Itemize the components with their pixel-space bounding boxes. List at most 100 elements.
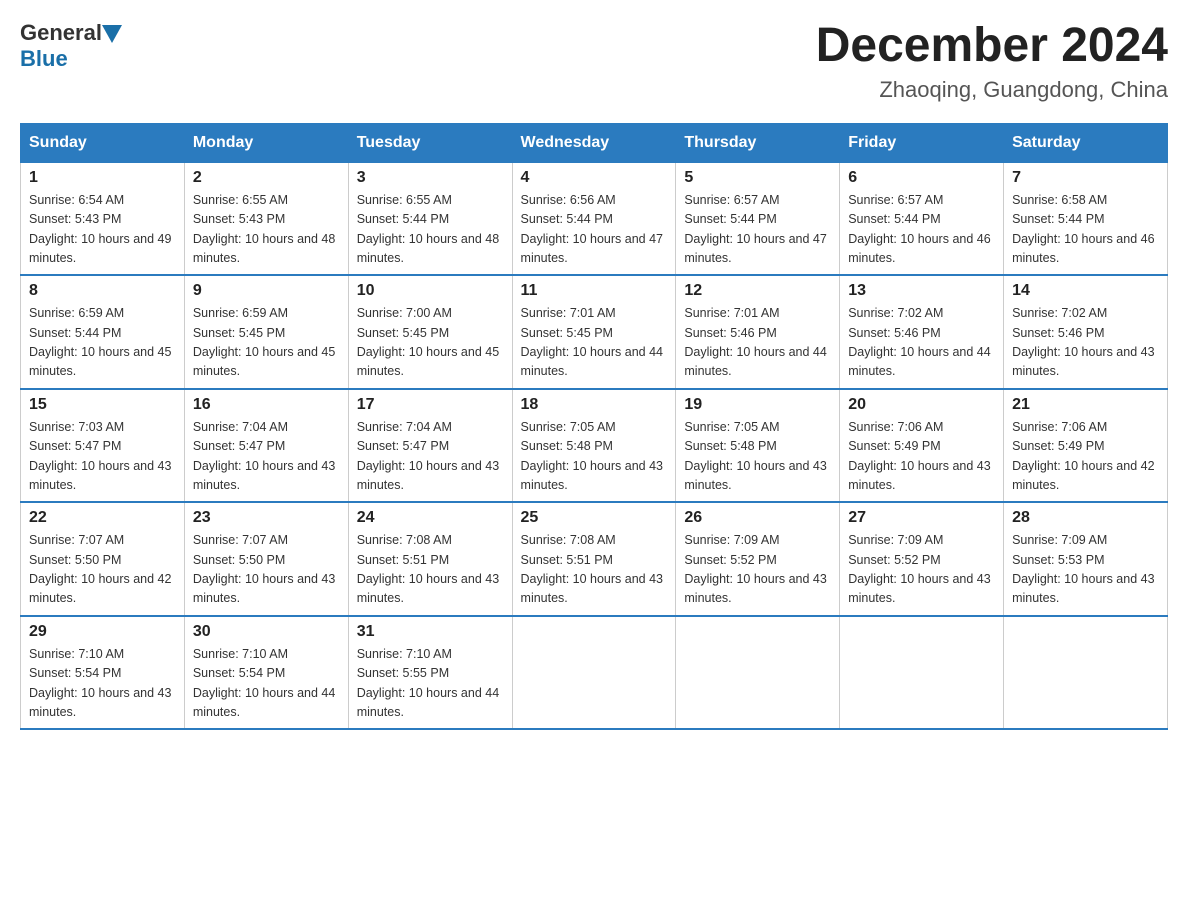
day-info: Sunrise: 7:02 AMSunset: 5:46 PMDaylight:… [1012, 304, 1159, 382]
calendar-week-row: 15 Sunrise: 7:03 AMSunset: 5:47 PMDaylig… [21, 389, 1168, 503]
calendar-cell: 25 Sunrise: 7:08 AMSunset: 5:51 PMDaylig… [512, 502, 676, 616]
page-header: General Blue December 2024 Zhaoqing, Gua… [20, 20, 1168, 103]
calendar-subtitle: Zhaoqing, Guangdong, China [816, 77, 1168, 103]
day-number: 22 [29, 509, 176, 527]
day-info: Sunrise: 7:09 AMSunset: 5:52 PMDaylight:… [684, 531, 831, 609]
day-number: 31 [357, 623, 504, 641]
calendar-cell: 4 Sunrise: 6:56 AMSunset: 5:44 PMDayligh… [512, 162, 676, 275]
day-number: 21 [1012, 396, 1159, 414]
day-number: 14 [1012, 282, 1159, 300]
calendar-cell [512, 616, 676, 730]
day-info: Sunrise: 7:08 AMSunset: 5:51 PMDaylight:… [521, 531, 668, 609]
day-number: 30 [193, 623, 340, 641]
calendar-cell: 13 Sunrise: 7:02 AMSunset: 5:46 PMDaylig… [840, 275, 1004, 389]
day-info: Sunrise: 7:10 AMSunset: 5:54 PMDaylight:… [29, 645, 176, 723]
calendar-cell: 27 Sunrise: 7:09 AMSunset: 5:52 PMDaylig… [840, 502, 1004, 616]
weekday-header-thursday: Thursday [676, 123, 840, 162]
day-number: 27 [848, 509, 995, 527]
logo-general-text: General [20, 20, 102, 46]
day-number: 18 [521, 396, 668, 414]
logo-triangle-icon [102, 25, 122, 43]
day-info: Sunrise: 6:55 AMSunset: 5:44 PMDaylight:… [357, 191, 504, 269]
day-info: Sunrise: 7:06 AMSunset: 5:49 PMDaylight:… [1012, 418, 1159, 496]
day-info: Sunrise: 6:54 AMSunset: 5:43 PMDaylight:… [29, 191, 176, 269]
calendar-cell: 15 Sunrise: 7:03 AMSunset: 5:47 PMDaylig… [21, 389, 185, 503]
day-number: 1 [29, 169, 176, 187]
day-info: Sunrise: 6:57 AMSunset: 5:44 PMDaylight:… [684, 191, 831, 269]
day-number: 2 [193, 169, 340, 187]
calendar-cell [840, 616, 1004, 730]
weekday-header-wednesday: Wednesday [512, 123, 676, 162]
calendar-cell: 12 Sunrise: 7:01 AMSunset: 5:46 PMDaylig… [676, 275, 840, 389]
day-info: Sunrise: 7:07 AMSunset: 5:50 PMDaylight:… [29, 531, 176, 609]
weekday-header-row: SundayMondayTuesdayWednesdayThursdayFrid… [21, 123, 1168, 162]
day-number: 5 [684, 169, 831, 187]
day-info: Sunrise: 6:59 AMSunset: 5:45 PMDaylight:… [193, 304, 340, 382]
weekday-header-friday: Friday [840, 123, 1004, 162]
day-info: Sunrise: 7:10 AMSunset: 5:55 PMDaylight:… [357, 645, 504, 723]
day-info: Sunrise: 7:05 AMSunset: 5:48 PMDaylight:… [684, 418, 831, 496]
calendar-week-row: 22 Sunrise: 7:07 AMSunset: 5:50 PMDaylig… [21, 502, 1168, 616]
calendar-cell: 30 Sunrise: 7:10 AMSunset: 5:54 PMDaylig… [184, 616, 348, 730]
day-number: 6 [848, 169, 995, 187]
calendar-cell: 8 Sunrise: 6:59 AMSunset: 5:44 PMDayligh… [21, 275, 185, 389]
day-info: Sunrise: 7:09 AMSunset: 5:53 PMDaylight:… [1012, 531, 1159, 609]
weekday-header-tuesday: Tuesday [348, 123, 512, 162]
day-info: Sunrise: 6:59 AMSunset: 5:44 PMDaylight:… [29, 304, 176, 382]
calendar-cell: 20 Sunrise: 7:06 AMSunset: 5:49 PMDaylig… [840, 389, 1004, 503]
calendar-cell: 3 Sunrise: 6:55 AMSunset: 5:44 PMDayligh… [348, 162, 512, 275]
day-info: Sunrise: 7:01 AMSunset: 5:46 PMDaylight:… [684, 304, 831, 382]
day-number: 8 [29, 282, 176, 300]
day-number: 25 [521, 509, 668, 527]
calendar-cell [1004, 616, 1168, 730]
day-number: 28 [1012, 509, 1159, 527]
day-info: Sunrise: 6:55 AMSunset: 5:43 PMDaylight:… [193, 191, 340, 269]
weekday-header-sunday: Sunday [21, 123, 185, 162]
day-info: Sunrise: 7:07 AMSunset: 5:50 PMDaylight:… [193, 531, 340, 609]
calendar-cell: 17 Sunrise: 7:04 AMSunset: 5:47 PMDaylig… [348, 389, 512, 503]
calendar-cell: 10 Sunrise: 7:00 AMSunset: 5:45 PMDaylig… [348, 275, 512, 389]
calendar-week-row: 29 Sunrise: 7:10 AMSunset: 5:54 PMDaylig… [21, 616, 1168, 730]
calendar-cell: 16 Sunrise: 7:04 AMSunset: 5:47 PMDaylig… [184, 389, 348, 503]
calendar-cell: 21 Sunrise: 7:06 AMSunset: 5:49 PMDaylig… [1004, 389, 1168, 503]
calendar-cell: 14 Sunrise: 7:02 AMSunset: 5:46 PMDaylig… [1004, 275, 1168, 389]
day-number: 26 [684, 509, 831, 527]
day-number: 3 [357, 169, 504, 187]
day-info: Sunrise: 7:03 AMSunset: 5:47 PMDaylight:… [29, 418, 176, 496]
calendar-cell: 24 Sunrise: 7:08 AMSunset: 5:51 PMDaylig… [348, 502, 512, 616]
day-info: Sunrise: 7:01 AMSunset: 5:45 PMDaylight:… [521, 304, 668, 382]
calendar-cell: 5 Sunrise: 6:57 AMSunset: 5:44 PMDayligh… [676, 162, 840, 275]
day-info: Sunrise: 7:04 AMSunset: 5:47 PMDaylight:… [193, 418, 340, 496]
day-info: Sunrise: 7:09 AMSunset: 5:52 PMDaylight:… [848, 531, 995, 609]
logo-blue-text: Blue [20, 46, 68, 71]
day-info: Sunrise: 7:00 AMSunset: 5:45 PMDaylight:… [357, 304, 504, 382]
calendar-cell: 9 Sunrise: 6:59 AMSunset: 5:45 PMDayligh… [184, 275, 348, 389]
day-info: Sunrise: 6:57 AMSunset: 5:44 PMDaylight:… [848, 191, 995, 269]
day-info: Sunrise: 6:58 AMSunset: 5:44 PMDaylight:… [1012, 191, 1159, 269]
day-number: 19 [684, 396, 831, 414]
day-info: Sunrise: 7:06 AMSunset: 5:49 PMDaylight:… [848, 418, 995, 496]
calendar-cell: 22 Sunrise: 7:07 AMSunset: 5:50 PMDaylig… [21, 502, 185, 616]
calendar-cell: 1 Sunrise: 6:54 AMSunset: 5:43 PMDayligh… [21, 162, 185, 275]
day-number: 12 [684, 282, 831, 300]
calendar-cell: 31 Sunrise: 7:10 AMSunset: 5:55 PMDaylig… [348, 616, 512, 730]
calendar-table: SundayMondayTuesdayWednesdayThursdayFrid… [20, 123, 1168, 731]
calendar-cell: 23 Sunrise: 7:07 AMSunset: 5:50 PMDaylig… [184, 502, 348, 616]
calendar-cell: 26 Sunrise: 7:09 AMSunset: 5:52 PMDaylig… [676, 502, 840, 616]
day-number: 13 [848, 282, 995, 300]
calendar-week-row: 8 Sunrise: 6:59 AMSunset: 5:44 PMDayligh… [21, 275, 1168, 389]
day-number: 29 [29, 623, 176, 641]
calendar-cell: 29 Sunrise: 7:10 AMSunset: 5:54 PMDaylig… [21, 616, 185, 730]
calendar-cell: 6 Sunrise: 6:57 AMSunset: 5:44 PMDayligh… [840, 162, 1004, 275]
day-number: 4 [521, 169, 668, 187]
title-block: December 2024 Zhaoqing, Guangdong, China [816, 20, 1168, 103]
calendar-cell: 28 Sunrise: 7:09 AMSunset: 5:53 PMDaylig… [1004, 502, 1168, 616]
day-info: Sunrise: 7:10 AMSunset: 5:54 PMDaylight:… [193, 645, 340, 723]
day-number: 24 [357, 509, 504, 527]
calendar-cell: 19 Sunrise: 7:05 AMSunset: 5:48 PMDaylig… [676, 389, 840, 503]
calendar-cell: 2 Sunrise: 6:55 AMSunset: 5:43 PMDayligh… [184, 162, 348, 275]
day-number: 9 [193, 282, 340, 300]
day-number: 10 [357, 282, 504, 300]
day-number: 7 [1012, 169, 1159, 187]
day-number: 17 [357, 396, 504, 414]
